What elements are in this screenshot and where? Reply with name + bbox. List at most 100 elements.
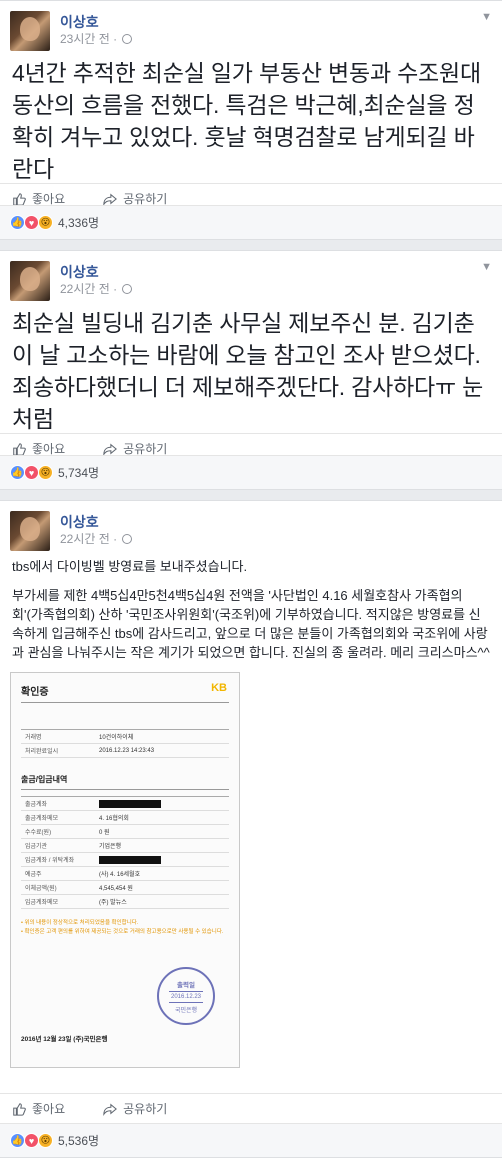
thumbs-up-icon [13,192,26,206]
like-reaction-icon: 👍 [10,215,25,230]
receipt-row: 출금계좌 [21,797,229,811]
avatar[interactable] [10,261,50,301]
timestamp[interactable]: 23시간 전 · [60,31,133,47]
love-reaction-icon: ♥ [24,465,39,480]
post-paragraph-1: tbs에서 다이빙벨 방영료를 보내주셨습니다. [12,559,248,574]
row-key: 이체금액(원) [25,886,57,892]
stamp-top: 출력일 [177,981,195,989]
time-text: 22시간 전 [60,282,110,296]
timestamp[interactable]: 22시간 전 · [60,531,133,547]
row-key: 거래명 [25,735,42,741]
post-paragraph-2: 부가세를 제한 4백5십4만5천4백5십4원 전액을 '사단법인 4.16 세월… [12,588,490,660]
post-text: tbs에서 다이빙벨 방영료를 보내주셨습니다. 부가세를 제한 4백5십4만5… [0,553,502,662]
author-name[interactable]: 이상호 [60,513,132,531]
reactions-bar[interactable]: 👍 ♥ 😮 5,734명 [0,455,502,489]
row-key: 입금계좌 / 위탁계좌 [25,858,75,864]
like-button[interactable]: 좋아요 [12,1100,65,1117]
stamp-date: 2016.12.23 [168,990,204,1003]
reaction-count[interactable]: 4,336명 [58,214,99,231]
share-button[interactable]: 공유하기 [103,1100,167,1117]
row-value: (주) 발뉴스 [99,900,127,906]
row-value: 기업은행 [99,844,122,850]
receipt-row: 출금계좌메모 4. 16협의회 [21,811,229,825]
row-value: (사) 4. 16세월호 [99,872,141,878]
like-label: 좋아요 [32,1102,66,1116]
receipt-row: 입금계좌 / 위탁계좌 [21,853,229,867]
post-meta: 이상호 23시간 전 · [60,11,133,47]
receipt-notes: • 위의 내용이 정상적으로 처리되었음을 확인합니다. • 확인증은 고객 편… [21,919,229,937]
receipt-note-1: • 위의 내용이 정상적으로 처리되었음을 확인합니다. [21,920,139,926]
receipt-row: 거래명 10건이하이체 [21,730,229,744]
author-name[interactable]: 이상호 [60,263,132,281]
row-value: 0 원 [99,830,110,836]
receipt-row: 입금기관 기업은행 [21,839,229,853]
love-reaction-icon: ♥ [24,215,39,230]
receipt-row: 예금주 (사) 4. 16세월호 [21,867,229,881]
time-text: 22시간 전 [60,532,110,546]
author-name[interactable]: 이상호 [60,13,132,31]
receipt-note-2: • 확인증은 고객 편의를 위하여 제공되는 것으로 거래의 참고용으로만 사용… [21,929,224,935]
row-key: 출금계좌 [25,802,48,808]
redacted-block [99,855,161,864]
receipt-footer: 2016년 12월 23일 (주)국민은행 [21,1036,108,1043]
row-key: 입금계좌메모 [25,900,59,906]
receipt-row: 수수료(원) 0 원 [21,825,229,839]
post-3: 이상호 22시간 전 · tbs에서 다이빙벨 방영료를 보내주셨습니다. 부가… [0,500,502,1158]
post-1: 이상호 23시간 전 · ▼ 4년간 추적한 최순실 일가 부동산 변동과 수조… [0,0,502,240]
receipt-row: 이체금액(원) 4,545,454 원 [21,881,229,895]
receipt-info-table: 거래명 10건이하이체 처리완료일시 2016.12.23 14:23:43 [21,729,229,758]
post-text: 4년간 추적한 최순실 일가 부동산 변동과 수조원대 동산의 흐름을 전했다.… [12,60,481,182]
row-key: 수수료(원) [25,830,52,836]
kb-logo: KB [211,682,227,694]
post-header: 이상호 23시간 전 · [0,1,502,53]
post-header: 이상호 22시간 전 · [0,251,502,303]
globe-icon [122,284,133,294]
receipt-section-title: 출금/입금내역 [21,774,229,790]
thumbs-up-icon [13,442,26,456]
reaction-count[interactable]: 5,536명 [58,1132,99,1149]
reactions-bar[interactable]: 👍 ♥ 😮 5,536명 [0,1123,502,1157]
action-bar: 좋아요 공유하기 [0,1093,502,1123]
post-header: 이상호 22시간 전 · [0,501,502,553]
row-value: 4. 16협의회 [99,816,129,822]
row-value: 10건이하이체 [99,735,134,741]
wow-reaction-icon: 😮 [38,1133,53,1148]
bank-stamp: 출력일 2016.12.23 국민은행 [157,967,215,1025]
post-2: 이상호 22시간 전 · ▼ 최순실 빌딩내 김기춘 사무실 제보주신 분. 김… [0,250,502,490]
love-reaction-icon: ♥ [24,1133,39,1148]
row-key: 예금주 [25,872,42,878]
timestamp[interactable]: 22시간 전 · [60,281,133,297]
share-icon [103,1103,118,1116]
share-icon [103,443,118,456]
like-reaction-icon: 👍 [10,465,25,480]
wow-reaction-icon: 😮 [38,465,53,480]
post-meta: 이상호 22시간 전 · [60,261,133,297]
like-reaction-icon: 👍 [10,1133,25,1148]
time-text: 23시간 전 [60,32,110,46]
row-value: 2016.12.23 14:23:43 [99,747,155,754]
redacted-block [99,799,161,808]
chevron-down-icon[interactable]: ▼ [481,261,492,273]
stamp-bottom: 국민은행 [174,1007,198,1014]
row-value: 4,545,454 원 [99,886,133,892]
receipt-image[interactable]: 확인증 KB 거래명 10건이하이체 처리완료일시 2016.12.23 14:23… [10,672,240,1068]
row-key: 출금계좌메모 [25,816,59,822]
avatar[interactable] [10,11,50,51]
thumbs-up-icon [13,1102,26,1116]
row-key: 입금기관 [25,844,48,850]
share-label: 공유하기 [123,1102,168,1116]
post-text: 최순실 빌딩내 김기춘 사무실 제보주신 분. 김기춘이 날 고소하는 바람에 … [12,310,484,432]
post-meta: 이상호 22시간 전 · [60,511,133,547]
avatar[interactable] [10,511,50,551]
globe-icon [122,34,133,44]
receipt-title: 확인증 [21,683,229,703]
wow-reaction-icon: 😮 [38,215,53,230]
row-key: 처리완료일시 [25,749,59,755]
reaction-count[interactable]: 5,734명 [58,464,99,481]
globe-icon [122,534,133,544]
reactions-bar[interactable]: 👍 ♥ 😮 4,336명 [0,205,502,239]
receipt-row: 처리완료일시 2016.12.23 14:23:43 [21,744,229,758]
chevron-down-icon[interactable]: ▼ [481,11,492,23]
receipt-transfer-table: 출금계좌 출금계좌메모 4. 16협의회 수수료(원) 0 원 입금기관 기업은행 입… [21,796,229,909]
receipt-row: 입금계좌메모 (주) 발뉴스 [21,895,229,909]
